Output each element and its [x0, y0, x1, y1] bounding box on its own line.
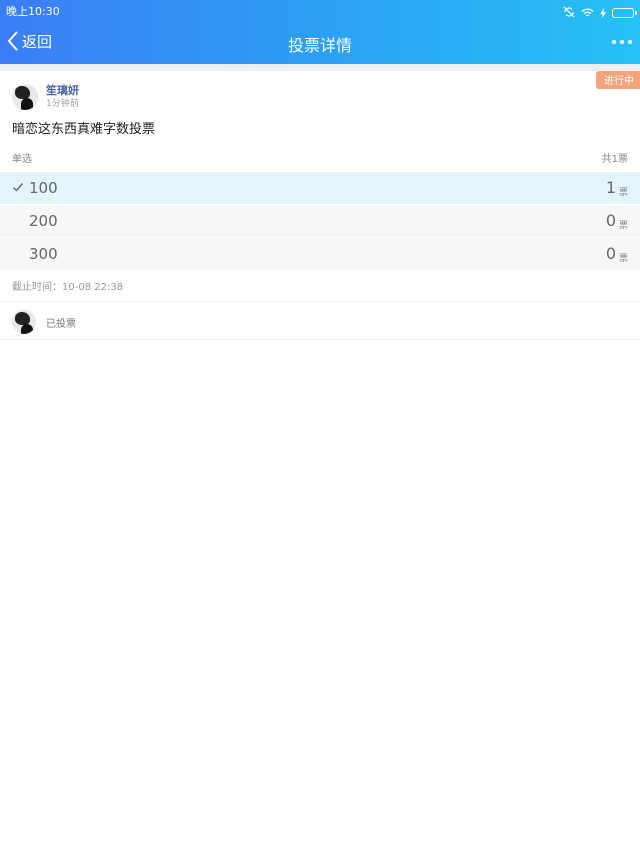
poll-type: 单选 — [12, 154, 32, 165]
header-separator — [0, 64, 640, 71]
status-badge: 进行中 — [596, 71, 640, 89]
voted-label: 已投票 — [46, 318, 76, 330]
option-count: 1 — [605, 178, 616, 197]
author-row: 笙璃妍 1分钟前 — [12, 82, 79, 112]
status-time: 晚上10:30 — [6, 5, 60, 18]
check-icon — [13, 183, 24, 192]
avatar[interactable] — [12, 84, 38, 110]
poll-title: 暗恋这东西真难字数投票 — [12, 122, 156, 137]
wifi-icon — [581, 3, 594, 22]
poll-meta: 单选 共1票 — [0, 150, 640, 168]
option-unit: 票 — [618, 221, 628, 231]
poll-options: 100 1 票 200 0 票 300 0 票 — [0, 172, 640, 271]
status-bar: 晚上10:30 — [0, 0, 640, 20]
status-icons — [563, 3, 637, 22]
charging-icon — [600, 3, 606, 22]
divider — [0, 339, 640, 340]
divider — [0, 301, 640, 302]
post-time: 1分钟前 — [46, 99, 79, 109]
poll-total: 共1票 — [601, 154, 628, 165]
poll-option[interactable]: 300 0 票 — [0, 238, 640, 270]
poll-option[interactable]: 100 1 票 — [0, 172, 640, 204]
option-label: 300 — [29, 245, 58, 263]
option-count: 0 — [605, 244, 616, 263]
option-count: 0 — [605, 211, 616, 230]
option-label: 100 — [29, 179, 58, 197]
voter-row[interactable]: 已投票 — [12, 309, 76, 335]
sync-icon — [563, 3, 575, 22]
author-name[interactable]: 笙璃妍 — [46, 84, 79, 98]
page-title: 投票详情 — [287, 36, 352, 55]
option-unit: 票 — [618, 188, 628, 198]
author-info: 笙璃妍 1分钟前 — [46, 84, 79, 110]
more-icon — [612, 40, 616, 44]
option-label: 200 — [29, 212, 58, 230]
poll-option[interactable]: 200 0 票 — [0, 205, 640, 237]
more-button[interactable] — [612, 32, 632, 52]
app-header: 晚上10:30 返回 投票详情 — [0, 0, 640, 64]
poll-deadline: 截止时间：10-08 22:38 — [12, 282, 124, 293]
nav-bar: 返回 投票详情 — [0, 22, 640, 62]
voter-avatar[interactable] — [12, 310, 36, 334]
option-unit: 票 — [618, 254, 628, 264]
battery-icon — [612, 7, 637, 18]
